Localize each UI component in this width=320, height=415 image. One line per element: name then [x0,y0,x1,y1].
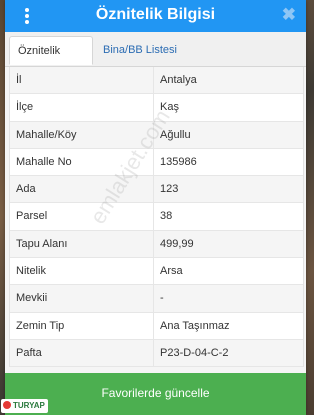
row-value: 499,99 [160,237,194,250]
row-key: Tapu Alanı [16,237,68,250]
row-key: Mahalle/Köy [16,128,77,141]
update-favorites-button[interactable]: Favorilerde güncelle [5,373,306,415]
row-value: Antalya [160,74,197,86]
screen: Öznitelik Bilgisi ✖ Öznitelik Bilgisi Bi… [0,0,314,415]
table-row: Mevkii - [10,285,303,313]
table-row: İlçe Kaş [10,94,303,122]
table-row: Mahalle/Köy Ağullu [10,121,303,149]
brand-logo: TURYAP [1,399,48,413]
brand-mark-icon [3,400,11,409]
table-row: Ada 123 [10,176,303,204]
row-key: Ada [16,183,36,196]
table-row: Pafta P23-D-04-C-2 [10,339,303,368]
table-row: Zemin Tip Ana Taşınmaz [10,312,303,340]
table-row: Mahalle No 135986 [10,148,303,177]
row-value: P23-D-04-C-2 [160,346,229,359]
column-divider [153,94,154,121]
attribute-dialog: Öznitelik Bilgisi ✖ Öznitelik Bilgisi Bi… [5,0,306,415]
row-key: Mevkii [16,292,48,305]
table-row: Tapu Alanı 499,99 [10,230,303,259]
dialog-titlebar: Öznitelik Bilgisi ✖ [5,0,306,32]
table-row: İl Antalya [10,67,303,95]
row-value: Kaş [160,101,179,114]
row-key: İl [16,74,22,86]
attribute-table: İl Antalya İlçe Kaş Mahalle/Köy Ağullu M… [9,67,304,368]
row-key: İlçe [16,101,34,114]
column-divider [153,339,154,367]
column-divider [153,312,154,339]
column-divider [153,176,154,203]
column-divider [153,203,154,230]
column-divider [153,121,154,148]
brand-name: TURYAP [13,401,45,410]
row-value: 38 [160,210,173,223]
tab-attribute-info[interactable]: Öznitelik Bilgisi [9,36,93,86]
column-divider [153,285,154,312]
row-value: Arsa [160,265,183,278]
column-divider [153,258,154,285]
row-value: Ağullu [160,128,191,141]
table-row: Parsel 38 [10,203,303,231]
table-row: Nitelik Arsa [10,258,303,286]
row-value: Ana Taşınmaz [160,319,230,332]
row-value: - [160,292,164,305]
row-key: Parsel [16,210,48,223]
column-divider [153,148,154,176]
row-key: Mahalle No [16,155,72,168]
column-divider [153,230,154,258]
tab-bar: Öznitelik Bilgisi Bina/BB Listesi [5,32,306,86]
row-value: 123 [160,183,179,196]
row-key: Nitelik [16,265,46,278]
row-value: 135986 [160,155,197,168]
column-divider [153,67,154,94]
close-icon[interactable]: ✖ [282,5,296,25]
tab-building-list[interactable]: Bina/BB Listesi [95,36,185,65]
row-key: Pafta [16,346,42,359]
dialog-title: Öznitelik Bilgisi [95,6,216,23]
row-key: Zemin Tip [16,319,65,332]
